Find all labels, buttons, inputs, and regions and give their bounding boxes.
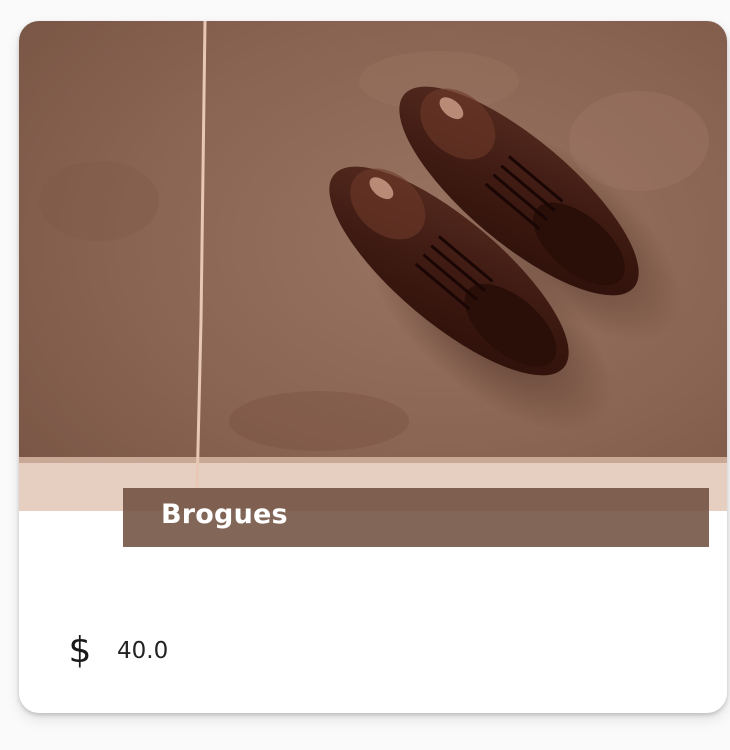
product-title: Brogues xyxy=(161,499,288,530)
product-card[interactable]: Brogues $ 40.0 xyxy=(19,21,727,713)
dollar-icon: $ xyxy=(68,630,92,671)
price-value: 40.0 xyxy=(117,638,169,664)
product-image xyxy=(19,21,727,511)
page: Brogues $ 40.0 xyxy=(0,0,730,750)
product-title-band: Brogues xyxy=(123,488,709,547)
price-row: $ 40.0 xyxy=(65,629,169,673)
